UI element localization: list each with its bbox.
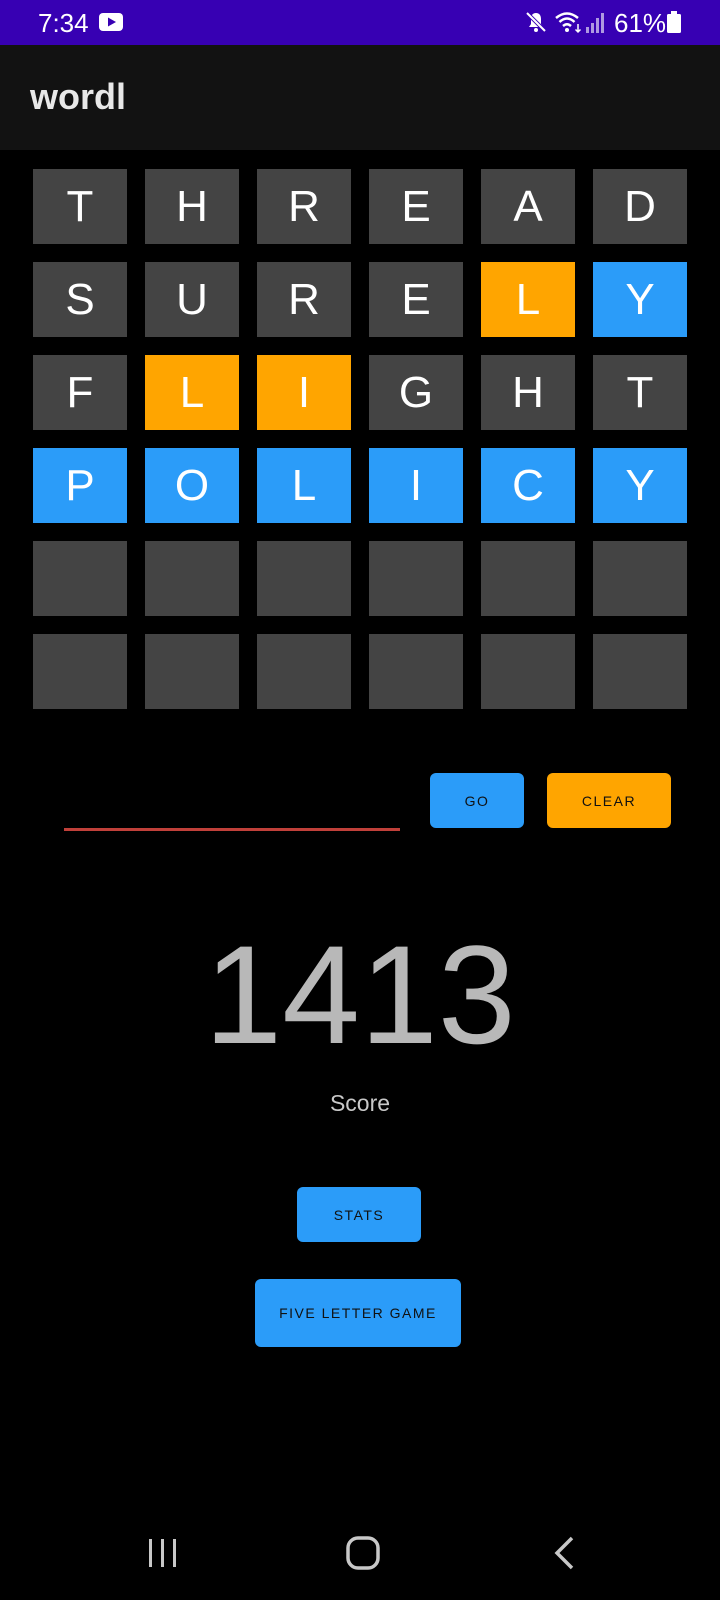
- grid-tile: L: [145, 355, 239, 430]
- grid-tile: E: [369, 262, 463, 337]
- youtube-icon: [99, 13, 123, 31]
- score-label: Score: [329, 1090, 391, 1116]
- score-value: 1413: [204, 916, 516, 1073]
- grid-tile: Y: [593, 448, 687, 523]
- status-bar: 7:34 61%: [0, 0, 720, 45]
- grid-tile: L: [481, 262, 575, 337]
- grid-tile: C: [481, 448, 575, 523]
- grid-tile: E: [369, 169, 463, 244]
- app-title: wordl: [30, 76, 126, 117]
- back-icon[interactable]: [552, 1535, 576, 1571]
- app-bar: wordl: [0, 45, 720, 150]
- grid-tile: O: [145, 448, 239, 523]
- grid-tile: H: [481, 355, 575, 430]
- grid-tile: [481, 541, 575, 616]
- grid-tile: [593, 541, 687, 616]
- grid-tile: L: [257, 448, 351, 523]
- wifi-icon: [555, 12, 582, 34]
- grid-tile: [481, 634, 575, 709]
- go-button[interactable]: GO: [430, 773, 524, 828]
- home-icon[interactable]: [345, 1535, 381, 1571]
- grid-tile: A: [481, 169, 575, 244]
- grid-tile: I: [369, 448, 463, 523]
- grid-tile: I: [257, 355, 351, 430]
- grid-tile: [257, 541, 351, 616]
- grid-tile: T: [593, 355, 687, 430]
- grid-tile: [33, 634, 127, 709]
- grid-tile: R: [257, 262, 351, 337]
- signal-icon: [586, 13, 604, 33]
- letter-grid: THREADSURELYFLIGHTPOLICY: [33, 169, 688, 709]
- grid-tile: [145, 541, 239, 616]
- grid-tile: R: [257, 169, 351, 244]
- five-letter-game-button[interactable]: FIVE LETTER GAME: [255, 1279, 461, 1347]
- grid-tile: Y: [593, 262, 687, 337]
- grid-tile: D: [593, 169, 687, 244]
- grid-tile: [369, 541, 463, 616]
- grid-tile: S: [33, 262, 127, 337]
- mute-icon: [525, 11, 547, 33]
- navigation-bar: [0, 1500, 720, 1600]
- status-time: 7:34: [38, 8, 89, 38]
- grid-tile: [593, 634, 687, 709]
- grid-tile: U: [145, 262, 239, 337]
- grid-tile: P: [33, 448, 127, 523]
- grid-tile: [369, 634, 463, 709]
- recent-apps-icon[interactable]: [146, 1537, 180, 1569]
- grid-tile: F: [33, 355, 127, 430]
- stats-button[interactable]: STATS: [297, 1187, 421, 1242]
- battery-icon: [667, 11, 681, 33]
- word-input[interactable]: [64, 780, 400, 831]
- battery-percent: 61%: [614, 8, 667, 38]
- grid-tile: [257, 634, 351, 709]
- grid-tile: [145, 634, 239, 709]
- grid-tile: H: [145, 169, 239, 244]
- clear-button[interactable]: CLEAR: [547, 773, 671, 828]
- grid-tile: T: [33, 169, 127, 244]
- grid-tile: [33, 541, 127, 616]
- grid-tile: G: [369, 355, 463, 430]
